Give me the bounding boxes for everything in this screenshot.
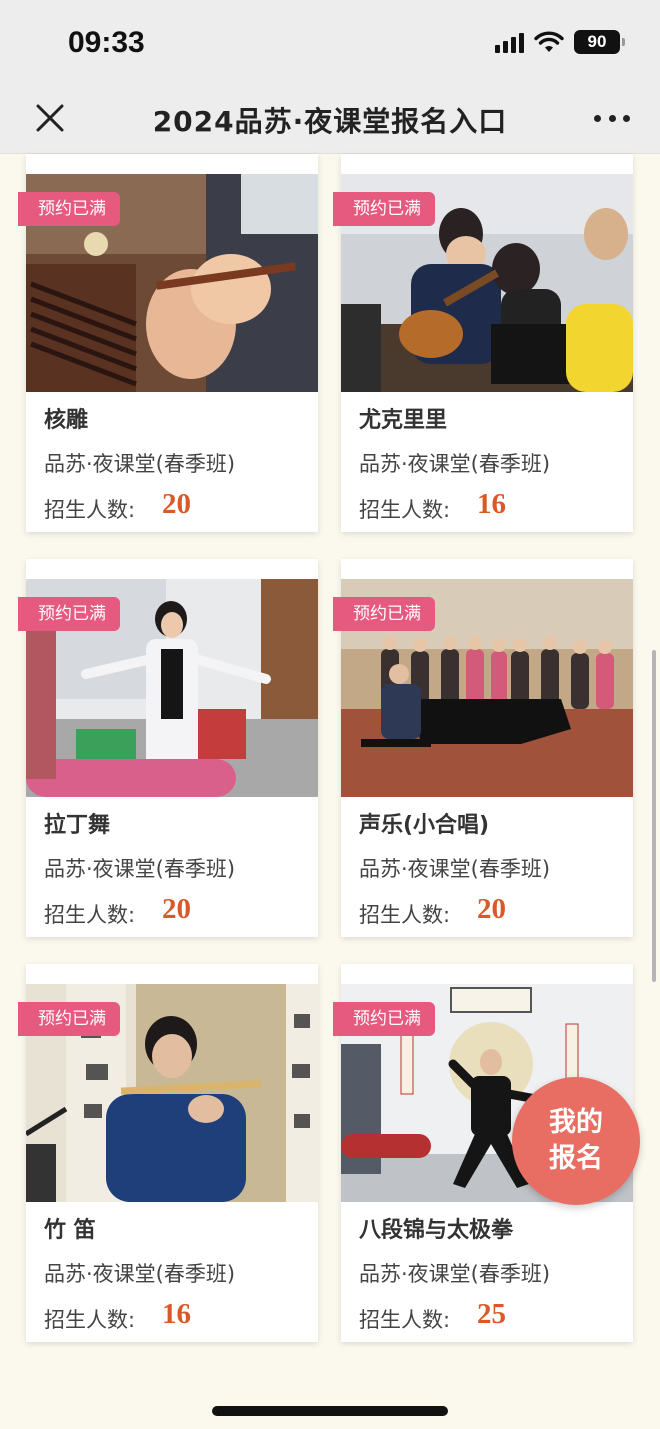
course-card-ukulele[interactable]: 预约已满 尤克里里 品苏·夜课堂(春季班) 招生人数: 16: [333, 154, 633, 532]
enrollment-count: 16: [162, 1298, 191, 1330]
enrollment-count: 25: [477, 1298, 506, 1330]
course-name: 核雕: [44, 408, 89, 433]
enrollment-label: 招生人数:: [44, 498, 136, 522]
more-options-icon[interactable]: [594, 100, 630, 136]
enrollment-label: 招生人数:: [359, 903, 451, 927]
course-subtitle: 品苏·夜课堂(春季班): [44, 857, 236, 881]
course-subtitle: 品苏·夜课堂(春季班): [44, 452, 236, 476]
course-name: 竹 笛: [44, 1218, 96, 1243]
course-name: 声乐(小合唱): [359, 813, 490, 838]
page-title: 2024品苏·夜课堂报名入口: [152, 105, 508, 138]
status-time: 09:33: [68, 26, 145, 59]
course-subtitle: 品苏·夜课堂(春季班): [359, 1262, 551, 1286]
enrollment-label: 招生人数:: [359, 1308, 451, 1332]
status-badge: 预约已满: [18, 1002, 120, 1036]
course-card-latin-dance[interactable]: 预约已满 拉丁舞 品苏·夜课堂(春季班) 招生人数: 20: [18, 559, 318, 937]
course-name: 拉丁舞: [44, 813, 111, 838]
enrollment-count: 20: [477, 893, 506, 925]
scrollbar[interactable]: [652, 650, 656, 982]
course-card-nut-carving[interactable]: 预约已满 核雕 品苏·夜课堂(春季班) 招生人数: 20: [18, 154, 318, 532]
battery-icon: 90: [574, 30, 625, 54]
enrollment-count: 20: [162, 488, 191, 520]
status-badge: 预约已满: [18, 192, 120, 226]
enrollment-label: 招生人数:: [44, 903, 136, 927]
status-badge: 预约已满: [333, 597, 435, 631]
my-registration-button[interactable]: 我的 报名: [512, 1077, 640, 1205]
enrollment-count: 16: [477, 488, 506, 520]
nav-bar: 2024品苏·夜课堂报名入口: [0, 86, 660, 154]
wifi-icon: [534, 31, 564, 52]
status-badge: 预约已满: [333, 1002, 435, 1036]
enrollment-label: 招生人数:: [359, 498, 451, 522]
status-icons: 90: [495, 30, 625, 54]
home-indicator[interactable]: [212, 1406, 448, 1416]
status-badge: 预约已满: [333, 192, 435, 226]
status-bar: 09:33 90: [0, 0, 660, 86]
status-badge: 预约已满: [18, 597, 120, 631]
course-subtitle: 品苏·夜课堂(春季班): [359, 452, 551, 476]
course-subtitle: 品苏·夜课堂(春季班): [359, 857, 551, 881]
enrollment-label: 招生人数:: [44, 1308, 136, 1332]
enrollment-count: 20: [162, 893, 191, 925]
course-card-bamboo-flute[interactable]: 预约已满 竹 笛 品苏·夜课堂(春季班) 招生人数: 16: [18, 964, 318, 1342]
cellular-signal-icon: [495, 31, 524, 53]
course-subtitle: 品苏·夜课堂(春季班): [44, 1262, 236, 1286]
course-name: 尤克里里: [359, 408, 448, 433]
course-card-vocal-choir[interactable]: 预约已满 声乐(小合唱) 品苏·夜课堂(春季班) 招生人数: 20: [333, 559, 633, 937]
course-name: 八段锦与太极拳: [359, 1218, 514, 1243]
